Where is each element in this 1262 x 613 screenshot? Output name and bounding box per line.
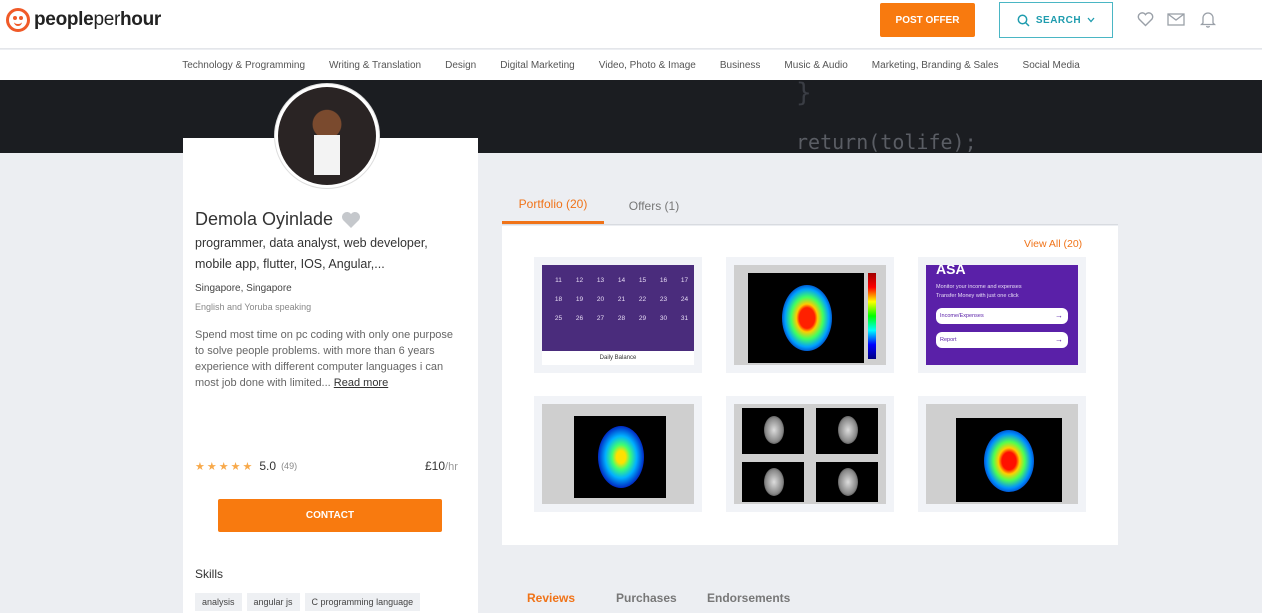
rating: ★ ★ ★ ★ ★ 5.0 (49): [195, 459, 297, 473]
portfolio-thumbnail: [542, 404, 694, 504]
star-icon: ★: [195, 460, 205, 473]
category-link[interactable]: Writing & Translation: [329, 60, 421, 71]
category-link[interactable]: Video, Photo & Image: [599, 60, 696, 71]
portfolio-thumbnail: 11 12 13 14 15 16 17 18 19 20 21 22 23 24 25 26 27 28 29…: [542, 265, 694, 365]
top-header: peopleperhour POST OFFER SEARCH: [0, 0, 1262, 49]
portfolio-thumbnail: [734, 265, 886, 365]
mail-icon[interactable]: [1167, 10, 1185, 28]
bell-icon[interactable]: [1199, 10, 1217, 28]
skills-list: analysis angular js C programming langua…: [195, 593, 421, 611]
tab-offers[interactable]: Offers (1): [604, 187, 704, 224]
category-link[interactable]: Technology & Programming: [182, 60, 305, 71]
app-button: Income/Expenses: [936, 308, 1068, 324]
contact-button[interactable]: CONTACT: [218, 499, 442, 532]
tab-endorsements[interactable]: Endorsements: [707, 591, 790, 605]
favorite-heart-icon[interactable]: [341, 211, 361, 229]
app-subtitle: Monitor your income and expenses Transfer…: [936, 284, 1022, 299]
calendar-footer: Daily Balance: [542, 351, 694, 365]
search-label: SEARCH: [1035, 14, 1082, 26]
banner-code-return: return(tolife);: [796, 130, 977, 153]
rating-count[interactable]: (49): [281, 461, 297, 471]
star-icon: ★: [230, 460, 241, 473]
read-more-link[interactable]: Read more: [334, 377, 388, 389]
star-icon: ★: [218, 460, 229, 473]
freelancer-name-row: Demola Oyinlade: [195, 209, 361, 230]
tab-reviews[interactable]: Reviews: [527, 591, 575, 605]
avatar: [275, 84, 379, 188]
portfolio-item[interactable]: [918, 396, 1086, 512]
calendar-grid: 11 12 13 14 15 16 17 18 19 20 21 22 23 24 25 26 27 28 29…: [554, 277, 689, 322]
chevron-down-icon: [1087, 17, 1095, 23]
freelancer-name: Demola Oyinlade: [195, 209, 334, 229]
app-title: ASA: [936, 265, 966, 277]
portfolio-item[interactable]: [726, 396, 894, 512]
view-all-link[interactable]: View All (20): [1024, 238, 1082, 250]
search-icon: [1017, 14, 1030, 27]
post-offer-button[interactable]: POST OFFER: [880, 3, 975, 37]
skill-tag[interactable]: C programming language: [304, 593, 421, 611]
logo-icon: [6, 8, 30, 32]
heart-icon[interactable]: [1136, 10, 1154, 28]
category-link[interactable]: Social Media: [1023, 60, 1080, 71]
star-icon: ★: [206, 460, 217, 473]
price-unit: /hr: [445, 461, 458, 473]
freelancer-tagline: programmer, data analyst, web developer,…: [195, 236, 428, 271]
portfolio-item[interactable]: ASA Monitor your income and expenses Tran…: [918, 257, 1086, 373]
category-link[interactable]: Business: [720, 60, 761, 71]
banner-code-brace: }: [796, 80, 812, 108]
portfolio-thumbnail: [734, 404, 886, 504]
brand-name: peopleperhour: [34, 9, 162, 30]
freelancer-bio: Spend most time on pc coding with only o…: [195, 327, 465, 391]
price-value: £10: [425, 459, 446, 473]
hourly-rate: £10/hr: [425, 459, 458, 473]
skills-heading: Skills: [195, 567, 224, 581]
tab-purchases[interactable]: Purchases: [616, 591, 677, 605]
category-link[interactable]: Design: [445, 60, 476, 71]
freelancer-location: Singapore, Singapore: [195, 283, 292, 294]
portfolio-item[interactable]: [534, 396, 702, 512]
app-button: Report: [936, 332, 1068, 348]
star-icon: ★: [242, 460, 253, 473]
category-nav: Technology & Programming Writing & Trans…: [0, 50, 1262, 80]
category-link[interactable]: Marketing, Branding & Sales: [872, 60, 999, 71]
portfolio-item[interactable]: [726, 257, 894, 373]
bio-text: Spend most time on pc coding with only o…: [195, 329, 454, 389]
logo[interactable]: peopleperhour: [6, 8, 161, 32]
category-link[interactable]: Digital Marketing: [500, 60, 574, 71]
search-button[interactable]: SEARCH: [999, 2, 1113, 38]
portfolio-thumbnail: [926, 404, 1078, 504]
rating-value: 5.0: [259, 459, 277, 473]
category-link[interactable]: Music & Audio: [784, 60, 847, 71]
portfolio-thumbnail: ASA Monitor your income and expenses Tran…: [926, 265, 1078, 365]
portfolio-item[interactable]: 11 12 13 14 15 16 17 18 19 20 21 22 23 24 25 26 27 28 29…: [534, 257, 702, 373]
freelancer-languages: English and Yoruba speaking: [195, 302, 312, 312]
tab-portfolio[interactable]: Portfolio (20): [502, 187, 604, 224]
skill-tag[interactable]: angular js: [246, 593, 300, 611]
skill-tag[interactable]: analysis: [195, 593, 242, 611]
profile-tabs: Portfolio (20) Offers (1): [502, 187, 1118, 225]
